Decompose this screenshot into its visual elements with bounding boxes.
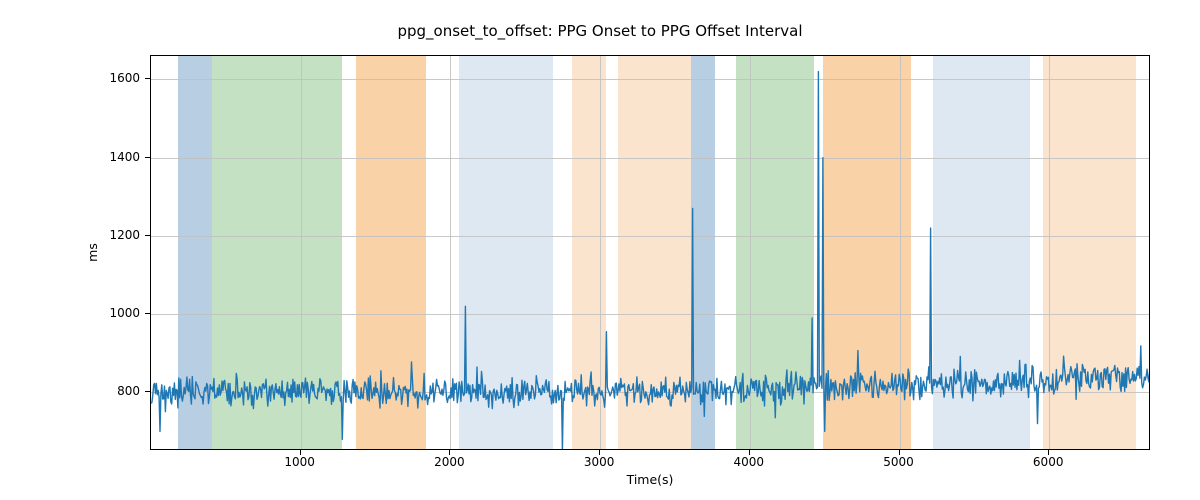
xtick-label: 4000 [719, 455, 779, 469]
chart-title: ppg_onset_to_offset: PPG Onset to PPG Of… [0, 22, 1200, 40]
ytick-mark [145, 313, 150, 314]
ytick-label: 800 [100, 384, 140, 398]
ytick-mark [145, 391, 150, 392]
ytick-mark [145, 157, 150, 158]
ytick-mark [145, 78, 150, 79]
xtick-label: 2000 [419, 455, 479, 469]
xtick-label: 5000 [869, 455, 929, 469]
xtick-label: 6000 [1018, 455, 1078, 469]
xtick-label: 3000 [569, 455, 629, 469]
ytick-mark [145, 235, 150, 236]
figure: ppg_onset_to_offset: PPG Onset to PPG Of… [0, 0, 1200, 500]
ytick-label: 1000 [100, 306, 140, 320]
xtick-label: 1000 [270, 455, 330, 469]
x-axis-label: Time(s) [150, 472, 1150, 487]
plot-area [150, 55, 1150, 450]
ytick-label: 1200 [100, 228, 140, 242]
ytick-label: 1400 [100, 150, 140, 164]
ytick-label: 1600 [100, 71, 140, 85]
y-axis-label: ms [82, 55, 102, 450]
line-series [151, 56, 1150, 450]
